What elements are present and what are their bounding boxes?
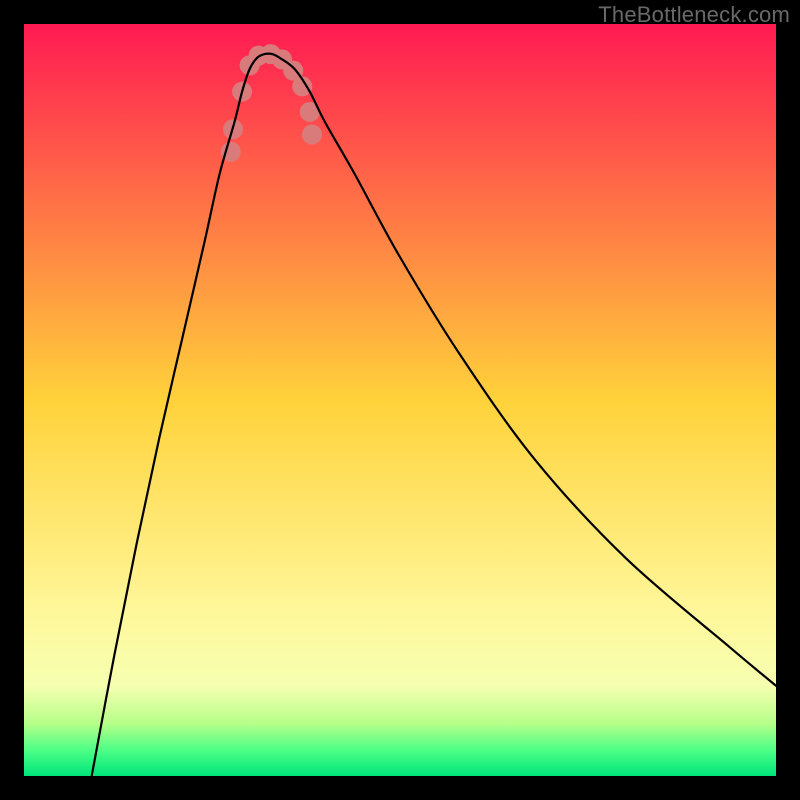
chart-background <box>24 24 776 776</box>
chart-svg <box>24 24 776 776</box>
chart-frame <box>24 24 776 776</box>
highlight-dot <box>302 125 322 145</box>
